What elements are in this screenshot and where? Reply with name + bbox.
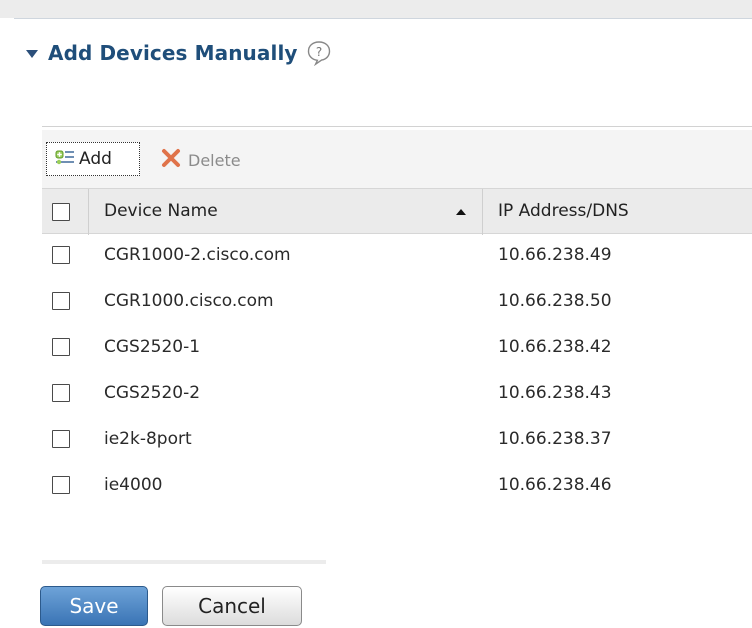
device-name-cell: CGS2520-2 (104, 383, 201, 403)
row-checkbox[interactable] (52, 430, 70, 448)
table-row[interactable]: CGS2520-1 10.66.238.42 (42, 326, 752, 372)
grid-top-border (42, 126, 752, 127)
help-icon[interactable]: ? (306, 40, 332, 66)
table-row[interactable]: ie2k-8port 10.66.238.37 (42, 418, 752, 464)
column-divider (88, 189, 89, 235)
device-name-cell: ie4000 (104, 475, 163, 495)
device-name-cell: CGS2520-1 (104, 337, 201, 357)
red-x-icon (160, 147, 182, 173)
header-device-name[interactable]: Device Name (104, 201, 218, 221)
svg-text:?: ? (315, 45, 321, 59)
ip-address-cell: 10.66.238.50 (498, 291, 612, 311)
row-checkbox[interactable] (52, 384, 70, 402)
save-button[interactable]: Save (40, 586, 148, 626)
row-checkbox[interactable] (52, 476, 70, 494)
select-all-checkbox[interactable] (52, 203, 70, 221)
row-checkbox[interactable] (52, 292, 70, 310)
delete-label: Delete (188, 150, 241, 170)
sort-ascending-icon[interactable] (456, 209, 466, 215)
add-button[interactable]: Add (46, 142, 140, 176)
table-row[interactable]: CGR1000.cisco.com 10.66.238.50 (42, 280, 752, 326)
add-list-icon (55, 147, 75, 171)
ip-address-cell: 10.66.238.46 (498, 475, 612, 495)
ip-address-cell: 10.66.238.43 (498, 383, 612, 403)
section-title: Add Devices Manually (48, 41, 298, 65)
footer-divider (42, 560, 326, 564)
device-name-cell: CGR1000.cisco.com (104, 291, 274, 311)
table-header: Device Name IP Address/DNS (42, 188, 752, 235)
ip-address-cell: 10.66.238.42 (498, 337, 612, 357)
top-strip (0, 0, 752, 18)
section-header: Add Devices Manually ? (26, 38, 332, 68)
grid-toolbar: Add Delete (42, 130, 752, 188)
table-empty-area (42, 504, 752, 556)
ip-address-cell: 10.66.238.49 (498, 245, 612, 265)
device-name-cell: CGR1000-2.cisco.com (104, 245, 291, 265)
table-row[interactable]: CGR1000-2.cisco.com 10.66.238.49 (42, 234, 752, 280)
row-checkbox[interactable] (52, 338, 70, 356)
row-checkbox[interactable] (52, 246, 70, 264)
device-name-cell: ie2k-8port (104, 429, 192, 449)
table-row[interactable]: CGS2520-2 10.66.238.43 (42, 372, 752, 418)
column-divider (482, 189, 483, 235)
collapse-arrow-icon[interactable] (26, 50, 38, 58)
ip-address-cell: 10.66.238.37 (498, 429, 612, 449)
header-ip-address[interactable]: IP Address/DNS (498, 201, 629, 221)
add-label: Add (79, 149, 112, 169)
cancel-button[interactable]: Cancel (162, 586, 302, 626)
delete-button[interactable]: Delete (160, 146, 241, 174)
